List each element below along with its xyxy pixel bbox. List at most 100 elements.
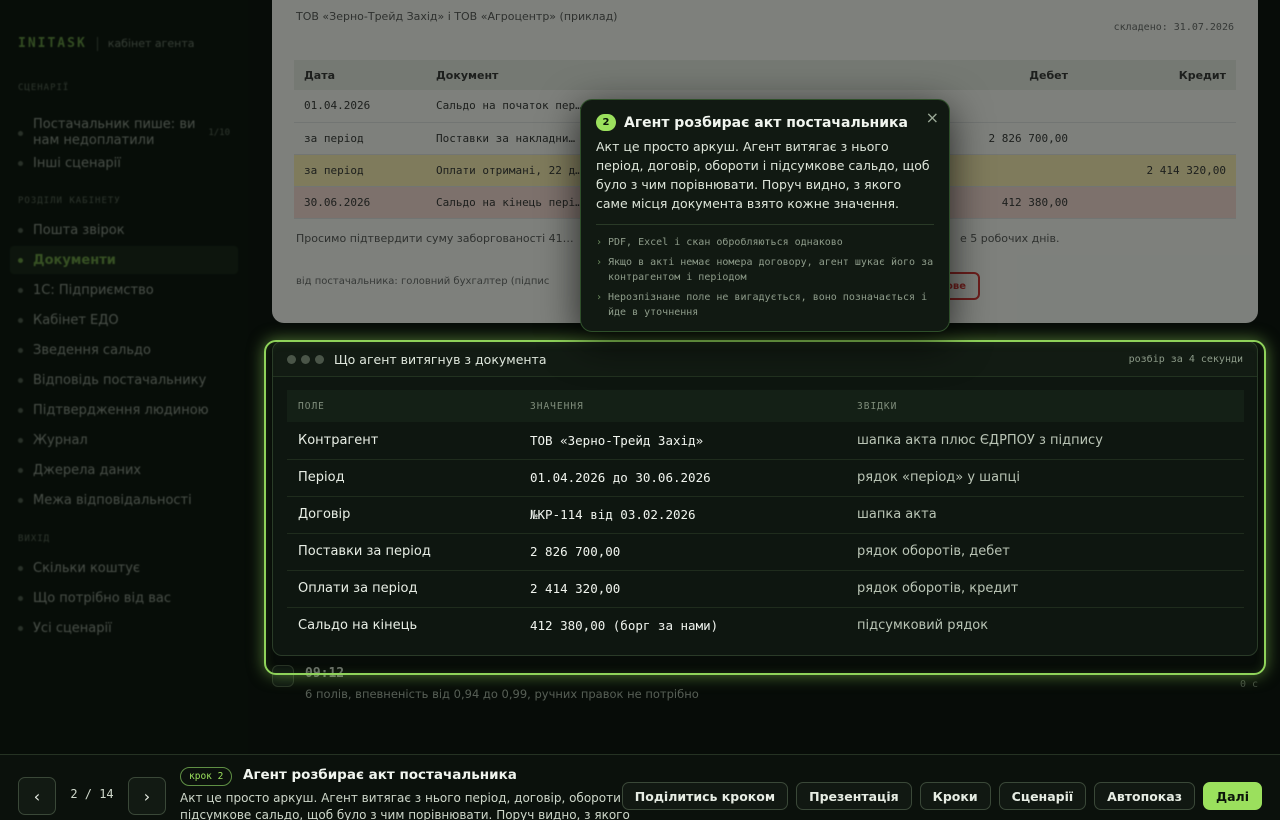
cell-date: за період xyxy=(294,122,426,155)
cell-source: рядок оборотів, дебет xyxy=(846,533,1244,571)
bullet-icon xyxy=(18,347,23,353)
prev-step-button[interactable]: ‹ xyxy=(18,777,56,815)
sidebar-item-journal[interactable]: Журнал xyxy=(10,426,238,454)
cell-source: рядок оборотів, кредит xyxy=(846,570,1244,608)
cell-credit xyxy=(1078,90,1236,123)
bullet-icon xyxy=(18,160,23,166)
list-item: PDF, Excel і скан обробляються однаково xyxy=(596,235,934,250)
extraction-panel: Що агент витягнув з документа розбір за … xyxy=(272,341,1258,656)
bullet-icon xyxy=(18,130,23,136)
cell-credit xyxy=(1078,122,1236,155)
steps-button[interactable]: Кроки xyxy=(919,782,991,810)
sidebar-item-boundary[interactable]: Межа відповідальності xyxy=(10,486,238,514)
sidebar-item-label: Документи xyxy=(33,252,116,268)
autoplay-button[interactable]: Автопоказ xyxy=(1094,782,1195,810)
close-icon[interactable]: × xyxy=(926,108,939,127)
sidebar-item-label: Зведення сальдо xyxy=(33,342,151,358)
next-step-arrow-button[interactable]: › xyxy=(128,777,166,815)
cell-date: 01.04.2026 xyxy=(294,90,426,123)
step-badge: крок 2 xyxy=(180,767,233,786)
column-header: Дата xyxy=(294,60,426,90)
sidebar-item-label: Кабінет ЕДО xyxy=(33,312,119,328)
column-header: ЗВІДКИ xyxy=(846,390,1244,422)
timeline-time: 09:12 xyxy=(305,666,345,681)
sidebar-item-1c[interactable]: 1С: Підприємство xyxy=(10,276,238,304)
sidebar-item-label: Пошта звірок xyxy=(33,222,125,238)
presentation-button[interactable]: Презентація xyxy=(796,782,912,810)
sidebar-item-reply[interactable]: Відповідь постачальнику xyxy=(10,366,238,394)
panel-title: Що агент витягнув з документа xyxy=(334,351,547,367)
scenarios-button[interactable]: Сценарії xyxy=(998,782,1087,810)
sidebar-item-mail[interactable]: Пошта звірок xyxy=(10,216,238,244)
step-title: Агент розбирає акт постачальника xyxy=(243,767,517,783)
bullet-icon xyxy=(18,437,23,443)
sidebar-item-edo[interactable]: Кабінет ЕДО xyxy=(10,306,238,334)
bullet-icon xyxy=(18,317,23,323)
sidebar-item-requirements[interactable]: Що потрібно від вас xyxy=(10,584,238,612)
cell-value: 01.04.2026 до 30.06.2026 xyxy=(519,459,846,497)
cell-field: Сальдо на кінець xyxy=(298,618,418,634)
timeline-duration: 0 с xyxy=(1239,679,1258,690)
column-header: ЗНАЧЕННЯ xyxy=(519,390,846,422)
sidebar-item-label: Журнал xyxy=(33,432,88,448)
cell-value: ТОВ «Зерно-Трейд Захід» xyxy=(519,422,846,460)
bullet-icon xyxy=(18,407,23,413)
sidebar-item-label: Відповідь постачальнику xyxy=(33,372,207,388)
sidebar-item-balance[interactable]: Зведення сальдо xyxy=(10,336,238,364)
cell-field: Договір xyxy=(287,496,519,534)
document-header: ТОВ «Зерно-Трейд Захід» і ТОВ «Агроцентр… xyxy=(296,10,618,23)
next-button[interactable]: Далі xyxy=(1202,782,1262,810)
step-popover: 2 Агент розбирає акт постачальника × Акт… xyxy=(580,99,950,332)
step-pager: 2 / 14 xyxy=(70,787,114,801)
sidebar-item-count: 1/10 xyxy=(208,128,230,138)
table-row: Оплати за період 2 414 320,00 рядок обор… xyxy=(287,570,1244,608)
cell-value: 412 380,00 (борг за нами) xyxy=(530,618,719,634)
sidebar-item-sources[interactable]: Джерела даних xyxy=(10,456,238,484)
section-label-scenarios: СЦЕНАРІЇ xyxy=(18,83,70,93)
window-dots-icon xyxy=(287,354,324,364)
sidebar-item-documents[interactable]: Документи xyxy=(10,246,238,274)
cell-credit xyxy=(1078,186,1236,219)
sidebar-item-label: Межа відповідальності xyxy=(33,492,192,508)
bullet-icon xyxy=(18,497,23,503)
panel-header: Що агент витягнув з документа розбір за … xyxy=(273,342,1257,377)
column-header: ПОЛЕ xyxy=(287,390,519,422)
sidebar-item-human-confirm[interactable]: Підтвердження людиною xyxy=(10,396,238,424)
bullet-icon xyxy=(18,287,23,293)
bullet-icon xyxy=(18,565,23,571)
section-label-cabinet: РОЗДІЛИ КАБІНЕТУ xyxy=(18,196,121,206)
brand: INITASK кабінет агента xyxy=(18,36,195,51)
bullet-icon xyxy=(18,257,23,263)
timeline-desc: 6 полів, впевненість від 0,94 до 0,99, р… xyxy=(305,687,699,701)
cell-field: Період xyxy=(287,459,519,497)
bullet-icon xyxy=(18,467,23,473)
document-note-tail: е 5 робочих днів. xyxy=(960,232,1060,245)
cell-source: рядок «період» у шапці xyxy=(846,459,1244,497)
document-footer: від постачальника: головний бухгалтер (п… xyxy=(296,276,550,287)
brand-divider xyxy=(96,36,98,51)
sidebar-item-other-scenarios[interactable]: Інші сценарії xyxy=(10,149,238,177)
section-label-exit: ВИХІД xyxy=(18,534,51,544)
cell-value: №КР-114 від 03.02.2026 xyxy=(519,496,846,534)
bullet-icon xyxy=(18,227,23,233)
sidebar-item-label: Постачальник пише: ви нам недоплатили xyxy=(33,117,196,148)
cell-date: 30.06.2026 xyxy=(294,186,426,219)
list-item: Якщо в акті немає номера договору, агент… xyxy=(596,255,934,285)
sidebar-item-label: Джерела даних xyxy=(33,462,142,478)
sidebar-item-label: Усі сценарії xyxy=(33,620,112,636)
share-step-button[interactable]: Поділитись кроком xyxy=(621,782,789,810)
bullet-icon xyxy=(18,377,23,383)
table-row: Період 01.04.2026 до 30.06.2026 рядок «п… xyxy=(287,459,1244,497)
sidebar-item-cost[interactable]: Скільки коштує xyxy=(10,554,238,582)
popover-body: Акт це просто аркуш. Агент витягає з ньо… xyxy=(596,139,930,211)
sidebar: INITASK кабінет агента СЦЕНАРІЇ Постачал… xyxy=(0,0,248,755)
popover-bullets: PDF, Excel і скан обробляються однаково … xyxy=(596,235,934,320)
sidebar-item-label: Інші сценарії xyxy=(33,155,121,171)
divider xyxy=(596,224,934,225)
sidebar-item-all-scenarios[interactable]: Усі сценарії xyxy=(10,614,238,642)
timeline-entry: 09:12 6 полів, впевненість від 0,94 до 0… xyxy=(272,662,1258,708)
brand-logo: INITASK xyxy=(18,36,87,51)
table-row: Договір №КР-114 від 03.02.2026 шапка акт… xyxy=(287,496,1244,534)
tour-actions: Поділитись кроком Презентація Кроки Сцен… xyxy=(621,782,1262,810)
panel-meta: розбір за 4 секунди xyxy=(1128,353,1243,365)
